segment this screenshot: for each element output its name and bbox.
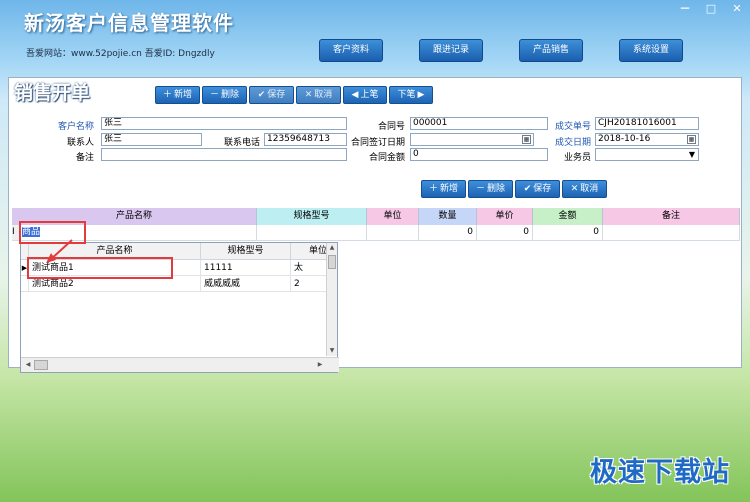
nav-follow-up[interactable]: 跟进记录 [419,39,483,62]
customer-name-label: 客户名称 [57,122,94,132]
contract-no-field[interactable]: 000001 [410,117,548,130]
x-icon: ✕ [570,184,579,194]
popup-col-unit[interactable]: 单位 [291,243,328,260]
watermark-logo: 极速下载站 [590,457,730,488]
col-price[interactable]: 单价 [477,208,533,225]
col-qty[interactable]: 数量 [419,208,477,225]
detail-cancel-button[interactable]: ✕ 取消 [562,180,607,198]
detail-save-button[interactable]: ✔ 保存 [515,180,560,198]
deal-date-field[interactable]: 2018-10-16 ▦ [595,133,699,146]
popup-horizontal-scrollbar[interactable]: ◀ ▶ [21,357,339,372]
prev-record-button[interactable]: ◀ 上笔 [343,86,387,104]
contract-amount-label: 合同金额 [368,153,405,163]
qty-cell[interactable]: 0 [419,225,477,241]
remark-field[interactable] [101,148,347,161]
col-spec[interactable]: 规格型号 [257,208,367,225]
detail-add-button[interactable]: ＋新增 [421,180,466,198]
contact-field[interactable]: 张三 [101,133,202,146]
scroll-left-icon[interactable]: ◀ [23,360,33,370]
check-icon: ✔ [523,184,532,194]
annotation-arrow-icon [46,239,73,263]
contract-date-field[interactable]: ▦ [410,133,534,146]
contract-no-label: 合同号 [377,122,405,132]
scroll-right-icon[interactable]: ▶ [315,360,325,370]
arrow-left-icon: ◀ [351,90,359,100]
check-icon: ✔ [257,90,266,100]
spec-cell[interactable] [257,225,367,241]
col-remark[interactable]: 备注 [603,208,740,225]
col-amount[interactable]: 金额 [533,208,603,225]
popup-row-spec[interactable]: 威威威威 [201,276,291,292]
site-info: 吾爱网站：www.52pojie.cn 吾爱ID: Dngzdly [26,49,215,59]
price-cell[interactable]: 0 [477,225,533,241]
customer-name-field[interactable]: 张三 [101,117,347,130]
cancel-button[interactable]: ✕ 取消 [296,86,341,104]
add-button[interactable]: ＋新增 [155,86,200,104]
remark-cell[interactable] [603,225,740,241]
contract-amount-field[interactable]: 0 [410,148,548,161]
remark-label: 备注 [75,153,94,163]
contract-date-label: 合同签订日期 [350,138,405,148]
scroll-thumb[interactable] [34,360,48,370]
close-icon[interactable]: ✕ [730,3,744,14]
minimize-icon[interactable]: － [678,3,692,14]
minus-icon: － [209,90,219,100]
x-icon: ✕ [304,90,313,100]
arrow-right-icon: ▶ [417,90,425,100]
deal-date-label: 成交日期 [554,138,591,148]
calendar-icon[interactable]: ▦ [687,135,696,144]
plus-icon: ＋ [162,90,172,100]
popup-row-spec[interactable]: 11111 [201,260,291,276]
next-record-button[interactable]: 下笔 ▶ [389,86,433,104]
delete-button[interactable]: －删除 [202,86,247,104]
popup-row-unit[interactable]: 太 [291,260,328,276]
salesperson-select[interactable]: ▼ [595,148,699,161]
popup-vertical-scrollbar[interactable]: ▲ ▼ [326,243,337,356]
save-button[interactable]: ✔ 保存 [249,86,294,104]
app-title: 新汤客户信息管理软件 [24,11,234,35]
panel-title: 销售开单 [14,82,91,104]
scroll-up-icon[interactable]: ▲ [327,243,337,253]
minus-icon: － [475,184,485,194]
deal-no-label: 成交单号 [554,122,591,132]
nav-customer-data[interactable]: 客户资料 [319,39,383,62]
popup-col-spec[interactable]: 规格型号 [201,243,291,260]
unit-cell[interactable] [367,225,419,241]
deal-no-field[interactable]: CJH20181016001 [595,117,699,130]
window-controls: － □ ✕ [678,3,744,14]
popup-row-unit[interactable]: 2 [291,276,328,292]
detail-delete-button[interactable]: －删除 [468,180,513,198]
scroll-down-icon[interactable]: ▼ [327,346,337,356]
amount-cell[interactable]: 0 [533,225,603,241]
salesperson-label: 业务员 [563,153,591,163]
scroll-thumb[interactable] [328,255,336,269]
contact-label: 联系人 [66,138,94,148]
nav-system-settings[interactable]: 系统设置 [619,39,683,62]
col-unit[interactable]: 单位 [367,208,419,225]
plus-icon: ＋ [428,184,438,194]
nav-product-sales[interactable]: 产品销售 [519,39,583,62]
phone-label: 联系电话 [223,138,260,148]
chevron-down-icon[interactable]: ▼ [689,149,695,160]
maximize-icon[interactable]: □ [704,3,718,14]
